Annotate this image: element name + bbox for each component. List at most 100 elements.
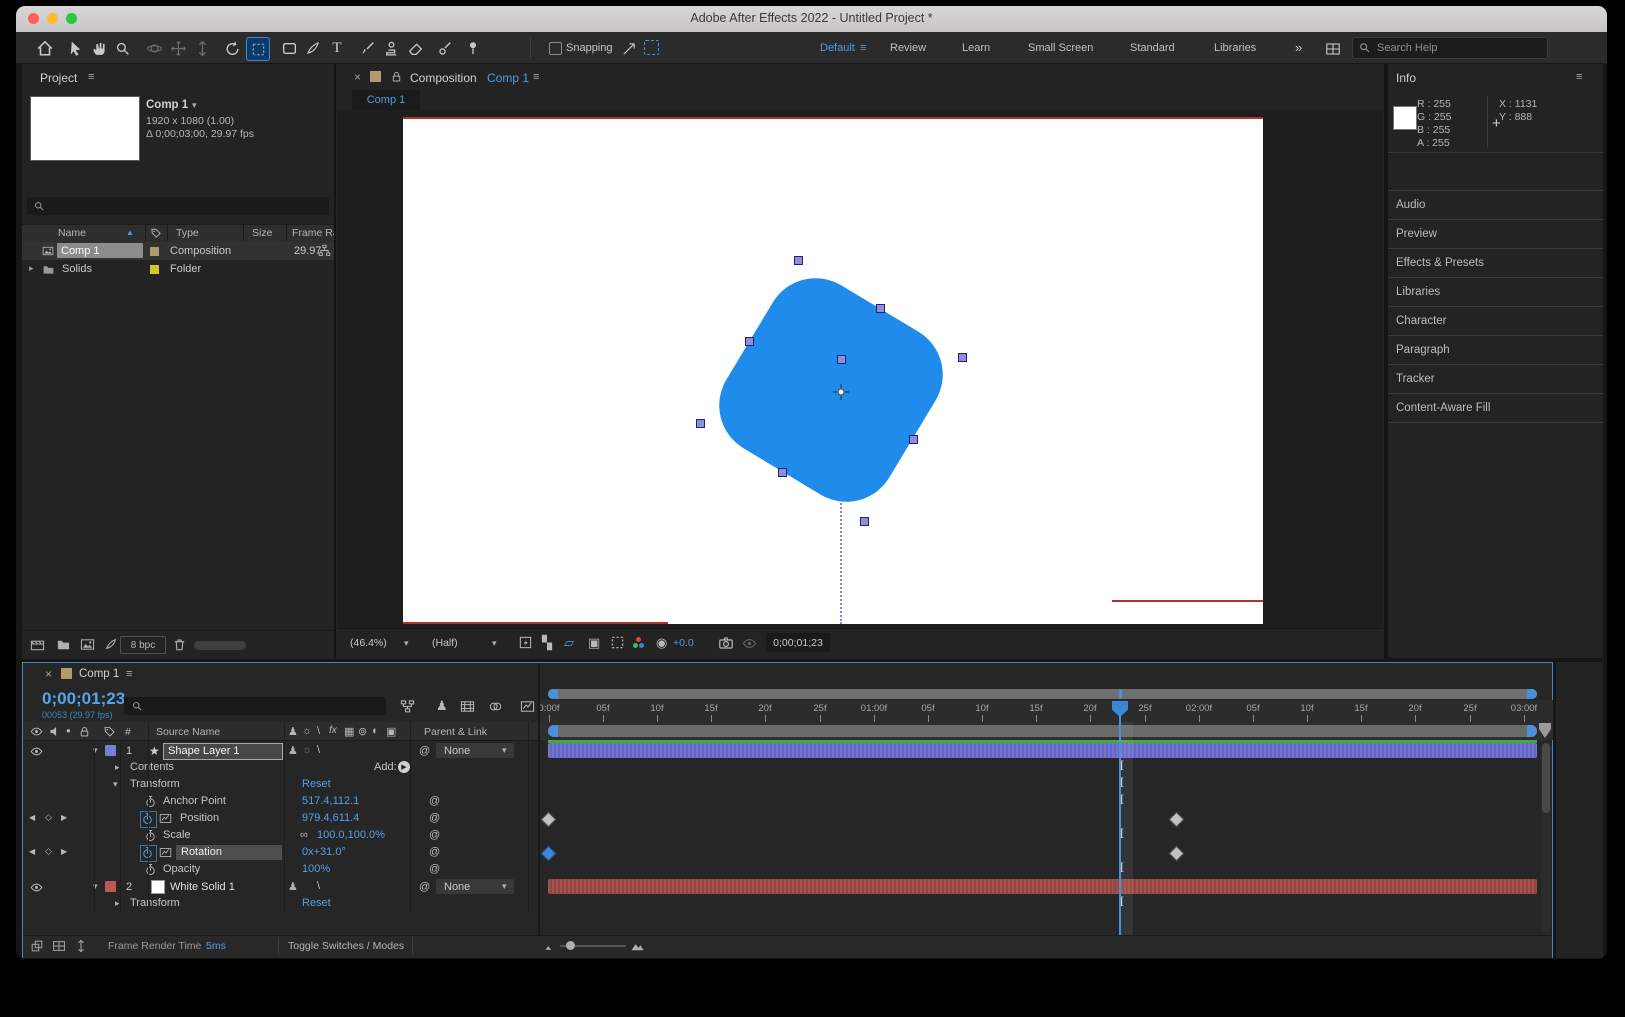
composition-panel-comp-name[interactable]: Comp 1: [487, 71, 529, 85]
workspace-tab-default[interactable]: Default: [820, 42, 855, 54]
add-keyframe-icon[interactable]: ◇: [45, 846, 52, 857]
transform-reset-link[interactable]: Reset: [302, 778, 331, 790]
time-navigator-track[interactable]: [548, 689, 1537, 699]
timeline-scrollbar-thumb[interactable]: [1542, 743, 1550, 813]
prev-keyframe-icon[interactable]: ◀: [29, 813, 35, 822]
horizontal-scrollbar[interactable]: [194, 641, 246, 650]
label-color-swatch[interactable]: [150, 247, 159, 256]
chevron-down-icon[interactable]: ▾: [492, 638, 497, 649]
property-pickwhip-icon[interactable]: @: [429, 812, 440, 824]
delete-item-icon[interactable]: [172, 637, 187, 652]
panel-effects-presets[interactable]: Effects & Presets: [1396, 257, 1484, 269]
layer-visibility-eye-icon[interactable]: [30, 745, 43, 758]
transform-label[interactable]: Transform: [130, 897, 180, 909]
anchor-point-icon[interactable]: [832, 383, 850, 401]
workspace-manage-icon[interactable]: [1322, 38, 1344, 60]
time-navigator-end-handle[interactable]: [1527, 689, 1537, 699]
property-label[interactable]: Position: [180, 812, 219, 824]
property-value[interactable]: 0x+31.0°: [302, 846, 346, 858]
layer-quality-toggle[interactable]: \: [317, 880, 320, 892]
unlock-icon[interactable]: [390, 70, 403, 83]
property-label[interactable]: Rotation: [181, 846, 222, 858]
property-value[interactable]: 517.4,112.1: [302, 795, 359, 807]
time-navigator-start-handle[interactable]: [548, 689, 558, 699]
layer-collapse-toggle[interactable]: ☼: [302, 744, 312, 756]
layer-duration-bar-shape[interactable]: [548, 743, 1537, 758]
project-flowchart-icon[interactable]: [104, 637, 118, 651]
collapse-icon[interactable]: ▾: [113, 779, 118, 790]
exposure-icon[interactable]: ◉: [656, 635, 667, 651]
property-pickwhip-icon[interactable]: @: [429, 863, 440, 875]
panel-content-aware-fill[interactable]: Content-Aware Fill: [1396, 402, 1490, 414]
viewer-timecode-field[interactable]: 0;00;01;23: [766, 633, 830, 652]
contents-label[interactable]: Contents: [130, 761, 174, 773]
tag-icon[interactable]: [150, 227, 162, 239]
label-color-swatch[interactable]: [150, 265, 159, 274]
roto-brush-tool[interactable]: [434, 37, 456, 59]
column-type[interactable]: Type: [176, 227, 199, 239]
zoom-in-mountain-icon[interactable]: [630, 938, 645, 953]
rotation-tool[interactable]: [221, 37, 243, 59]
column-size[interactable]: Size: [252, 227, 272, 239]
bit-depth-button[interactable]: 8 bpc: [120, 636, 166, 654]
hand-tool[interactable]: [88, 37, 110, 59]
snap-box-icon[interactable]: [644, 40, 659, 55]
constrain-link-icon[interactable]: ∞: [300, 829, 308, 841]
layer-label-swatch[interactable]: [105, 881, 116, 892]
project-row-name[interactable]: Comp 1: [61, 245, 100, 257]
close-panel-icon[interactable]: ×: [354, 70, 361, 84]
chevron-down-icon[interactable]: ▾: [192, 100, 197, 111]
transparency-grid-icon[interactable]: ▚: [542, 635, 552, 651]
column-name[interactable]: Name: [58, 227, 86, 239]
next-keyframe-icon[interactable]: ▶: [61, 847, 67, 856]
home-tool[interactable]: [34, 37, 56, 59]
zoom-out-mountain-icon[interactable]: [543, 940, 556, 953]
panel-audio[interactable]: Audio: [1396, 199, 1425, 211]
composition-tab[interactable]: Comp 1: [352, 90, 420, 110]
layer-quality-toggle[interactable]: \: [317, 744, 320, 756]
workspace-tab-standard[interactable]: Standard: [1130, 42, 1175, 54]
project-panel-menu-icon[interactable]: ≡: [88, 71, 94, 83]
property-label[interactable]: Anchor Point: [163, 795, 226, 807]
interpret-footage-icon[interactable]: [30, 637, 45, 652]
layer-duration-bar-solid[interactable]: [548, 879, 1537, 894]
toggle-switches-modes-button[interactable]: Toggle Switches / Modes: [288, 940, 404, 952]
column-source-name[interactable]: Source Name: [156, 726, 220, 738]
work-area-start-handle[interactable]: [548, 725, 558, 737]
pen-tool[interactable]: [302, 37, 324, 59]
snapping-checkbox[interactable]: [549, 42, 562, 55]
property-value[interactable]: 100.0,100.0%: [317, 829, 385, 841]
view-options-icon[interactable]: [610, 635, 625, 650]
transform-label[interactable]: Transform: [130, 778, 180, 790]
expand-icon[interactable]: ▸: [115, 898, 120, 909]
selection-tool[interactable]: [64, 37, 86, 59]
layer-name[interactable]: Shape Layer 1: [168, 745, 240, 757]
panel-preview[interactable]: Preview: [1396, 228, 1437, 240]
stopwatch-icon[interactable]: [144, 829, 157, 842]
expand-layers-pane-icon[interactable]: [30, 939, 44, 953]
parent-pickwhip-icon[interactable]: @: [419, 745, 430, 757]
stopwatch-icon[interactable]: [144, 863, 157, 876]
graph-icon[interactable]: [159, 846, 172, 859]
parent-pickwhip-icon[interactable]: @: [419, 881, 430, 893]
type-tool[interactable]: T: [326, 37, 348, 59]
close-panel-icon[interactable]: ×: [45, 667, 52, 681]
brush-tool[interactable]: [356, 37, 378, 59]
mini-flowchart-icon[interactable]: [400, 699, 415, 714]
property-label[interactable]: Opacity: [163, 863, 200, 875]
expand-switches-pane-icon[interactable]: [52, 939, 66, 953]
property-pickwhip-icon[interactable]: @: [429, 795, 440, 807]
orbit-camera-tool[interactable]: [143, 37, 165, 59]
property-label[interactable]: Scale: [163, 829, 191, 841]
property-pickwhip-icon[interactable]: @: [429, 829, 440, 841]
prev-keyframe-icon[interactable]: ◀: [29, 847, 35, 856]
always-preview-icon[interactable]: [518, 635, 533, 650]
stopwatch-icon[interactable]: [144, 795, 157, 808]
composition-panel-menu-icon[interactable]: ≡: [533, 71, 539, 83]
clone-stamp-tool[interactable]: [380, 37, 402, 59]
chevron-down-icon[interactable]: ▾: [404, 638, 409, 649]
frame-blending-icon[interactable]: [460, 699, 475, 714]
mask-visibility-icon[interactable]: ▱: [564, 635, 574, 651]
timeline-tab[interactable]: Comp 1: [79, 668, 119, 680]
panel-tracker[interactable]: Tracker: [1396, 373, 1435, 385]
